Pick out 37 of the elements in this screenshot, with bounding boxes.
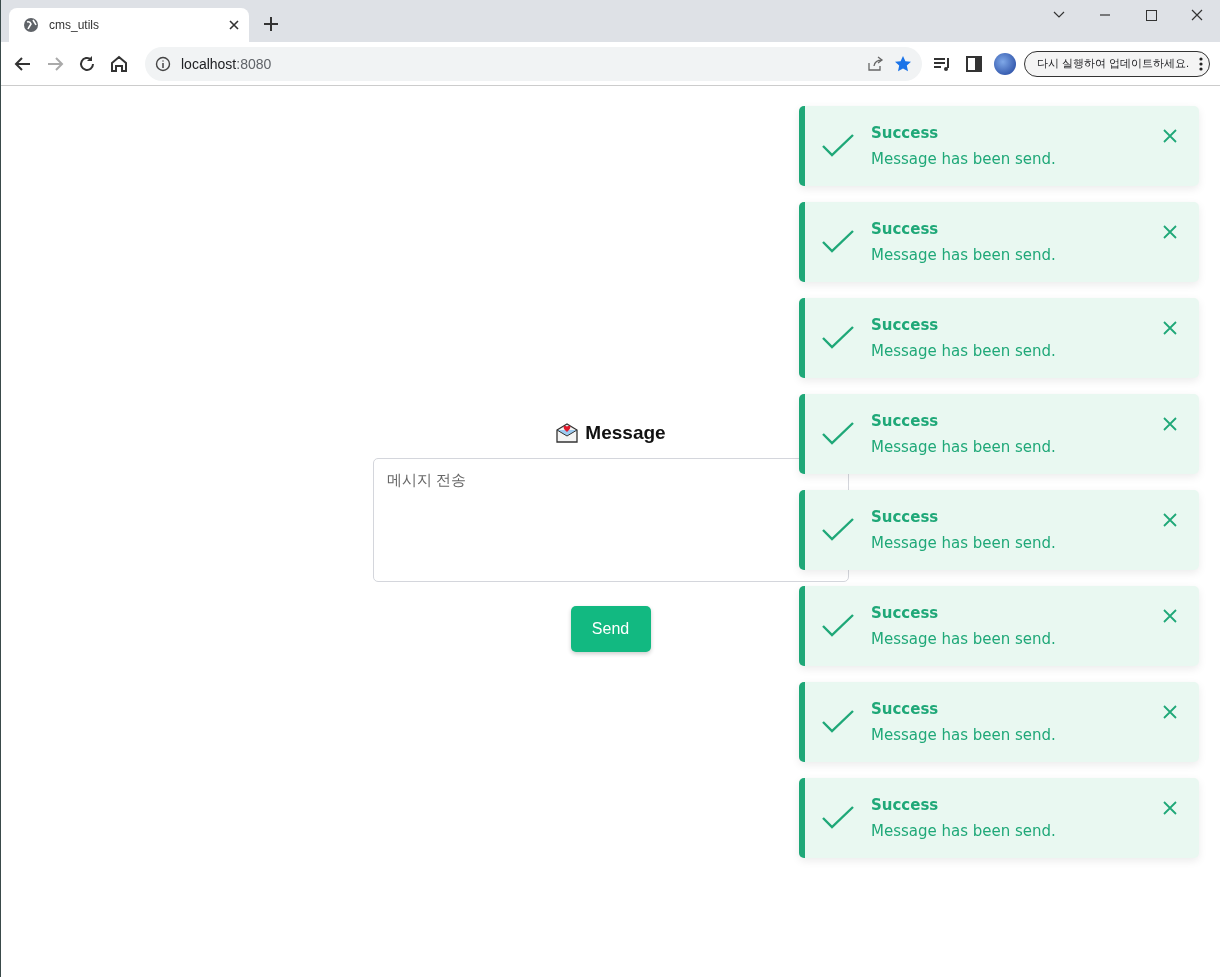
envelope-icon: [555, 422, 580, 444]
profile-avatar[interactable]: [993, 52, 1016, 75]
toast-message: Message has been send.: [871, 534, 1057, 552]
checkmark-icon: [821, 133, 855, 159]
toast-message: Message has been send.: [871, 822, 1057, 840]
toast-title: Success: [871, 220, 940, 238]
more-icon[interactable]: [1199, 56, 1203, 71]
toast-message: Message has been send.: [871, 342, 1057, 360]
address-bar[interactable]: localhost:8080: [145, 46, 922, 81]
toast-title: Success: [871, 316, 940, 334]
toast-message: Message has been send.: [871, 630, 1057, 648]
toast-title: Success: [871, 700, 940, 718]
close-icon[interactable]: [229, 20, 239, 30]
checkmark-icon: [821, 229, 855, 255]
checkmark-icon: [821, 613, 855, 639]
browser-tab[interactable]: cms_utils: [9, 8, 249, 42]
toast-message: Message has been send.: [871, 726, 1057, 744]
toast-title: Success: [871, 412, 940, 430]
toast-message: Message has been send.: [871, 438, 1057, 456]
checkmark-icon: [821, 325, 855, 351]
checkmark-icon: [821, 421, 855, 447]
toast-title: Success: [871, 604, 940, 622]
message-input[interactable]: 메시지 전송: [372, 458, 849, 582]
checkmark-icon: [821, 517, 855, 543]
update-button[interactable]: 다시 실행하여 업데이트하세요.: [1023, 50, 1210, 77]
checkmark-icon: [821, 805, 855, 831]
checkmark-icon: [821, 709, 855, 735]
toast-title: Success: [871, 796, 940, 814]
share-icon[interactable]: [865, 54, 884, 73]
toast-message: Message has been send.: [871, 150, 1057, 168]
info-icon: [155, 55, 171, 72]
toast-title: Success: [871, 124, 940, 142]
toast-title: Success: [871, 508, 940, 526]
composer-title: Message: [585, 422, 666, 444]
toast-message: Message has been send.: [871, 246, 1057, 264]
url-text: localhost:8080: [181, 55, 273, 72]
star-icon[interactable]: [893, 54, 912, 73]
